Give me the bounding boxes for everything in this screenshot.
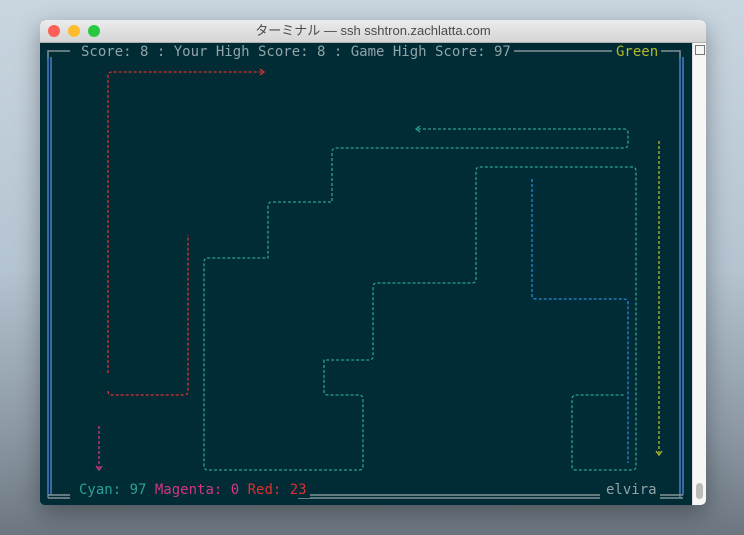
board-frame (47, 50, 684, 499)
player-color-label: Green (613, 44, 662, 60)
scrollbar-thumb[interactable] (696, 483, 703, 499)
game-board (47, 50, 684, 499)
red-trail (107, 71, 262, 396)
blue-trail (531, 179, 629, 463)
window-title: ターミナル — ssh sshtron.zachlatta.com (255, 23, 491, 38)
cyan-score: Cyan: 97 (79, 482, 147, 498)
player-name: elvira (603, 482, 660, 498)
terminal-screen[interactable]: Score: 8 : Your High Score: 8 : Game Hig… (40, 43, 693, 505)
title-bar: ターミナル — ssh sshtron.zachlatta.com (40, 20, 706, 43)
menu-icon[interactable] (695, 45, 705, 55)
close-button[interactable] (48, 25, 60, 37)
scoreboard: Cyan: 97 Magenta: 0 Red: 23 (76, 482, 310, 498)
terminal-window: ターミナル — ssh sshtron.zachlatta.com Score:… (40, 20, 706, 505)
red-score: Red: 23 (247, 482, 307, 498)
minimize-button[interactable] (68, 25, 80, 37)
zoom-button[interactable] (88, 25, 100, 37)
magenta-score: Magenta: 0 (154, 482, 240, 498)
score-label: Score: 8 : Your High Score: 8 : Game Hig… (78, 44, 514, 60)
scrollbar[interactable] (692, 43, 706, 505)
